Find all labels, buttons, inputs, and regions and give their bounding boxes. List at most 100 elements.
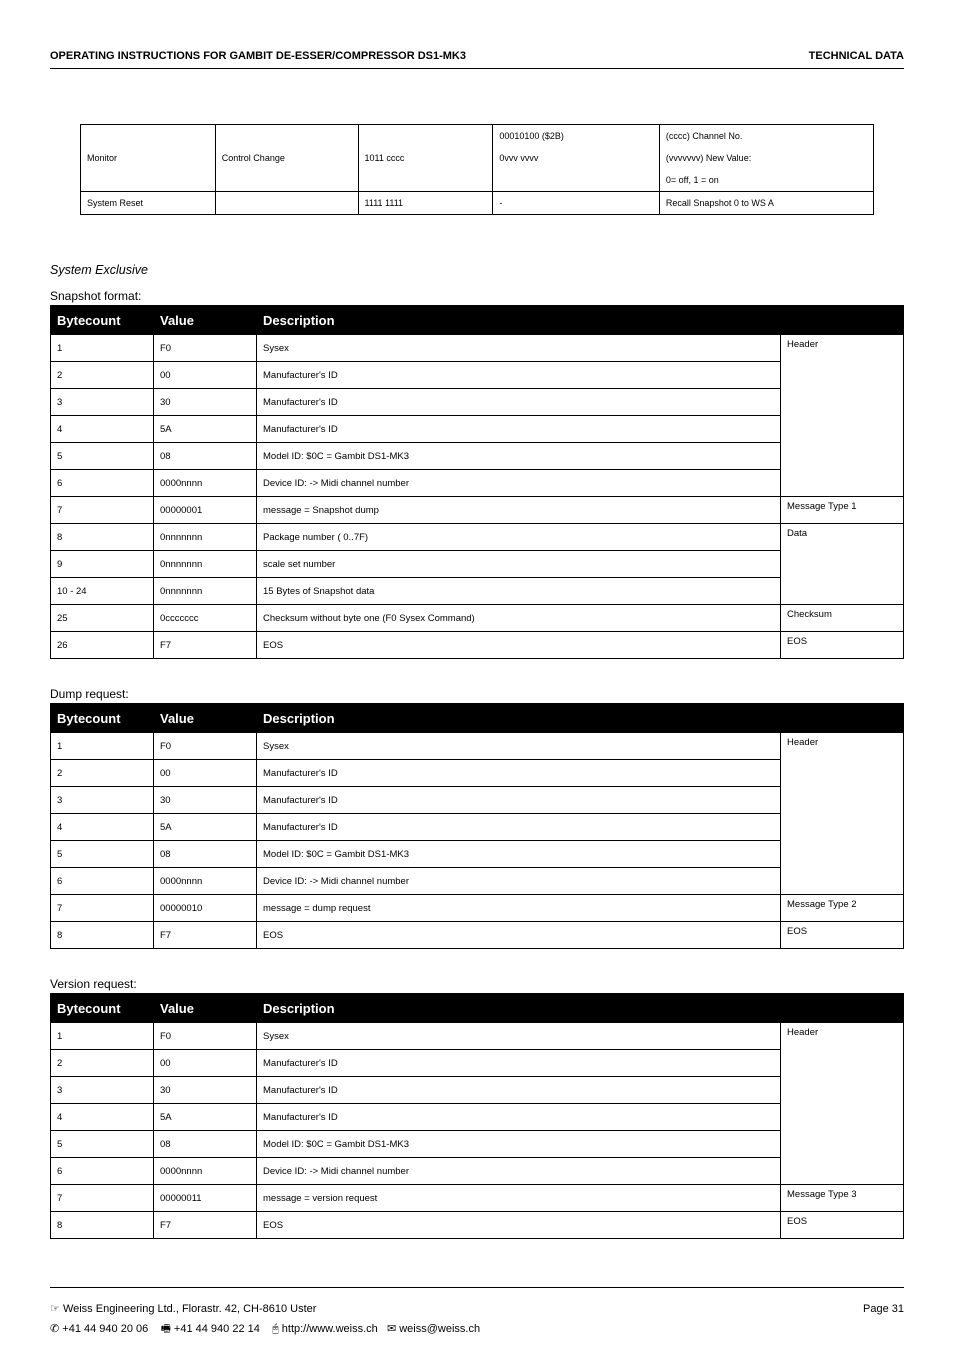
col-value: Value	[154, 306, 257, 335]
cell	[493, 169, 660, 192]
cell-note: Message Type 3	[781, 1185, 904, 1212]
table-row: 330Manufacturer's ID	[51, 787, 904, 814]
cell-note: Data	[781, 524, 904, 605]
cell-description: message = Snapshot dump	[257, 497, 781, 524]
cell: 00010100 ($2B)	[493, 125, 660, 148]
cell-bytecount: 2	[51, 1050, 154, 1077]
cell-bytecount: 7	[51, 895, 154, 922]
col-bytecount: Bytecount	[51, 704, 154, 733]
cell-description: Manufacturer's ID	[257, 760, 781, 787]
cell-bytecount: 25	[51, 605, 154, 632]
cell-value: F0	[154, 733, 257, 760]
cell-bytecount: 8	[51, 922, 154, 949]
table-row: 330Manufacturer's ID	[51, 389, 904, 416]
cell-description: Manufacturer's ID	[257, 1077, 781, 1104]
table-row: 60000nnnnDevice ID: -> Midi channel numb…	[51, 1158, 904, 1185]
cell-value: 0000nnnn	[154, 868, 257, 895]
cell-bytecount: 4	[51, 1104, 154, 1131]
cell-description: Sysex	[257, 1023, 781, 1050]
footer-fax: +41 44 940 22 14	[174, 1323, 260, 1335]
cell-note: EOS	[781, 1212, 904, 1239]
cell-description: Manufacturer's ID	[257, 389, 781, 416]
footer-phone: +41 44 940 20 06	[62, 1323, 148, 1335]
cell-description: 15 Bytes of Snapshot data	[257, 578, 781, 605]
cell-description: Manufacturer's ID	[257, 1104, 781, 1131]
cell-bytecount: 7	[51, 497, 154, 524]
cell-bytecount: 2	[51, 362, 154, 389]
cell: Control Change	[215, 125, 358, 192]
cell-value: 0nnnnnnn	[154, 578, 257, 605]
table-row: 8F7EOSEOS	[51, 922, 904, 949]
footer-address: Weiss Engineering Ltd., Florastr. 42, CH…	[63, 1303, 317, 1315]
cell-description: Model ID: $0C = Gambit DS1-MK3	[257, 443, 781, 470]
cell: System Reset	[81, 192, 216, 215]
cell-value: 0ccccccc	[154, 605, 257, 632]
cell-value: 5A	[154, 814, 257, 841]
col-description: Description	[257, 994, 904, 1023]
cell-note: Message Type 1	[781, 497, 904, 524]
cell-value: 08	[154, 1131, 257, 1158]
cell-bytecount: 5	[51, 1131, 154, 1158]
cell-value: 0nnnnnnn	[154, 524, 257, 551]
cell: Recall Snapshot 0 to WS A	[659, 192, 873, 215]
cell-description: Device ID: -> Midi channel number	[257, 868, 781, 895]
cell-value: 30	[154, 1077, 257, 1104]
cell-note: Header	[781, 1023, 904, 1185]
header-title: OPERATING INSTRUCTIONS FOR GAMBIT DE-ESS…	[50, 50, 466, 62]
table-row: 45AManufacturer's ID	[51, 416, 904, 443]
cell-bytecount: 1	[51, 733, 154, 760]
col-description: Description	[257, 306, 904, 335]
table-row: 1F0SysexHeader	[51, 1023, 904, 1050]
footer-page-number: Page 31	[863, 1300, 904, 1320]
table-row: 700000010message = dump requestMessage T…	[51, 895, 904, 922]
cell-value: 00	[154, 1050, 257, 1077]
table-row: 80nnnnnnnPackage number ( 0..7F)Data	[51, 524, 904, 551]
cell-description: message = dump request	[257, 895, 781, 922]
cell-description: Manufacturer's ID	[257, 362, 781, 389]
cell-bytecount: 3	[51, 389, 154, 416]
cell-value: F0	[154, 1023, 257, 1050]
cell-value: 0000nnnn	[154, 470, 257, 497]
cell	[215, 192, 358, 215]
cell-bytecount: 7	[51, 1185, 154, 1212]
dump-table: BytecountValueDescription1F0SysexHeader2…	[50, 703, 904, 949]
table-row: 200Manufacturer's ID	[51, 760, 904, 787]
table-row: 700000011message = version requestMessag…	[51, 1185, 904, 1212]
table-row: 90nnnnnnnscale set number	[51, 551, 904, 578]
cell-bytecount: 8	[51, 524, 154, 551]
cell-value: 30	[154, 787, 257, 814]
cell-value: 00000011	[154, 1185, 257, 1212]
dump-label: Dump request:	[50, 687, 904, 701]
cell-value: F0	[154, 335, 257, 362]
cell: -	[493, 192, 660, 215]
cell: 0vvv vvvv	[493, 147, 660, 169]
snapshot-label: Snapshot format:	[50, 289, 904, 303]
table-row: 1F0SysexHeader	[51, 335, 904, 362]
cell-description: Model ID: $0C = Gambit DS1-MK3	[257, 1131, 781, 1158]
cell-bytecount: 26	[51, 632, 154, 659]
cell-description: Manufacturer's ID	[257, 814, 781, 841]
cell-bytecount: 6	[51, 868, 154, 895]
cell-note: Message Type 2	[781, 895, 904, 922]
cell: (cccc) Channel No.	[659, 125, 873, 148]
table-row: 250cccccccChecksum without byte one (F0 …	[51, 605, 904, 632]
table-row: 200Manufacturer's ID	[51, 362, 904, 389]
cell-description: Sysex	[257, 335, 781, 362]
cell-bytecount: 3	[51, 787, 154, 814]
cell-value: F7	[154, 922, 257, 949]
table-row: 508Model ID: $0C = Gambit DS1-MK3	[51, 841, 904, 868]
table-row: 45AManufacturer's ID	[51, 1104, 904, 1131]
cell-description: Device ID: -> Midi channel number	[257, 1158, 781, 1185]
cell-value: 08	[154, 841, 257, 868]
cell-description: EOS	[257, 1212, 781, 1239]
table-row: 1F0SysexHeader	[51, 733, 904, 760]
cell-description: Manufacturer's ID	[257, 787, 781, 814]
cell-value: 00	[154, 362, 257, 389]
cell-value: F7	[154, 1212, 257, 1239]
cell-value: 30	[154, 389, 257, 416]
cell-note: Header	[781, 733, 904, 895]
phone-icon: ✆	[50, 1320, 59, 1340]
cell-value: 00	[154, 760, 257, 787]
cell-bytecount: 10 - 24	[51, 578, 154, 605]
cell: 1011 cccc	[358, 125, 493, 192]
